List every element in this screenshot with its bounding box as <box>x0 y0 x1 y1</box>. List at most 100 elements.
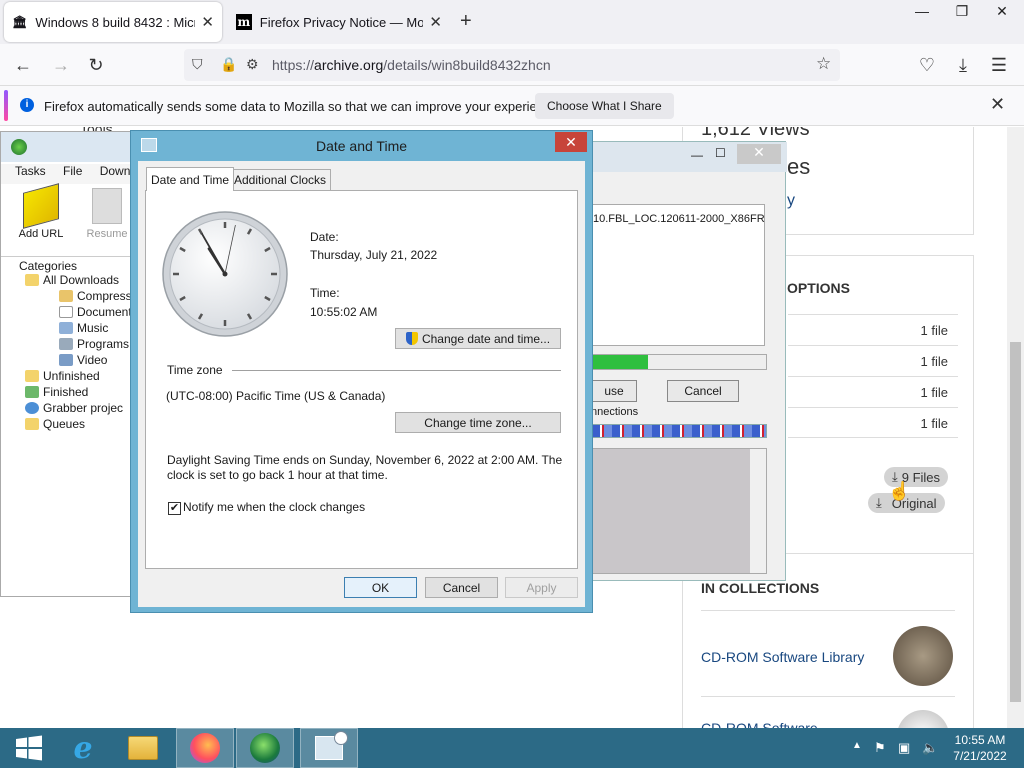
tree-unfinished[interactable]: Unfinished <box>25 369 100 383</box>
tab-additional-clocks[interactable]: Additional Clocks <box>229 169 332 191</box>
page-scrollbar[interactable] <box>1007 127 1024 728</box>
idm-button[interactable] <box>236 728 294 768</box>
tab-windows8-build[interactable]: 🏛 Windows 8 build 8432 : Microsoft ✕ <box>4 2 222 42</box>
categories-tree: Categories All Downloads Compressed Docu… <box>1 256 145 596</box>
download-row[interactable]: 1 file <box>788 345 958 376</box>
tree-label: All Downloads <box>43 273 120 287</box>
tab-close-icon[interactable]: ✕ <box>429 13 442 31</box>
file-explorer-button[interactable] <box>114 728 172 768</box>
connections-list[interactable] <box>591 448 767 574</box>
close-icon[interactable]: ✕ <box>737 144 781 164</box>
tab-date-and-time[interactable]: Date and Time <box>146 167 235 191</box>
action-center-flag-icon[interactable]: ⚑ <box>874 740 886 756</box>
cancel-download-button[interactable]: Cancel <box>667 380 739 402</box>
add-url-button[interactable]: Add URL <box>13 183 69 240</box>
collection-thumbnail[interactable] <box>893 626 953 686</box>
time-value: 10:55:02 AM <box>310 305 378 319</box>
collection-link[interactable]: CD-ROM Software Library <box>701 649 864 665</box>
cancel-button[interactable]: Cancel <box>425 577 498 598</box>
timezone-heading: Time zone <box>167 363 223 377</box>
permissions-icon[interactable]: ⚙ <box>246 56 259 73</box>
change-date-time-button[interactable]: Change date and time... <box>395 328 561 349</box>
maximize-icon[interactable]: ☐ <box>715 146 726 160</box>
menu-file[interactable]: File <box>63 164 82 178</box>
ok-button[interactable]: OK <box>344 577 417 598</box>
page-link[interactable]: y <box>787 192 795 210</box>
tab-close-icon[interactable]: ✕ <box>201 13 214 31</box>
notify-checkbox[interactable]: ✔ <box>168 502 181 515</box>
lock-icon[interactable]: 🔒 <box>220 56 237 73</box>
bookmark-star-icon[interactable]: ☆ <box>816 54 831 74</box>
apply-button[interactable]: Apply <box>505 577 578 598</box>
firefox-button[interactable] <box>176 728 234 768</box>
date-time-button[interactable] <box>300 728 358 768</box>
divider <box>701 610 955 611</box>
restore-icon[interactable]: ❐ <box>944 0 980 22</box>
notice-close-icon[interactable]: ✕ <box>990 94 1005 115</box>
tree-documents[interactable]: Documents <box>59 305 138 319</box>
programs-icon <box>59 338 73 350</box>
data-collection-notice: i Firefox automatically sends some data … <box>0 86 1024 126</box>
pause-button[interactable]: use <box>591 380 637 402</box>
unfinished-folder-icon <box>25 370 39 382</box>
tree-label: Video <box>77 353 108 367</box>
dialog-close-button[interactable]: ✕ <box>555 132 587 152</box>
file-info-box: 10.FBL_LOC.120611-2000_X86FR <box>591 204 765 346</box>
scrollbar-thumb[interactable] <box>1010 342 1021 702</box>
change-time-zone-button[interactable]: Change time zone... <box>395 412 561 433</box>
download-row[interactable]: 1 file <box>788 314 958 345</box>
tree-all-downloads[interactable]: All Downloads <box>25 273 119 287</box>
dialog-titlebar[interactable]: Date and Time ✕ <box>131 131 592 161</box>
music-icon <box>59 322 73 334</box>
tree-music[interactable]: Music <box>59 321 108 335</box>
date-time-dialog: Date and Time ✕ Date and Time Additional… <box>130 130 593 613</box>
internet-explorer-button[interactable]: e <box>54 728 112 768</box>
download-icon: ⤓ <box>876 495 882 510</box>
taskbar-clock[interactable]: 10:55 AM 7/21/2022 <box>944 732 1016 764</box>
dialog-body: Date and Time Additional Clocks Date: Th… <box>138 161 585 607</box>
idm-progress-window: — ☐ ✕ 10.FBL_LOC.120611-2000_X86FR use C… <box>590 141 787 581</box>
tree-queues[interactable]: Queues <box>25 417 85 431</box>
url-text[interactable]: https://archive.org/details/win8build843… <box>272 57 551 73</box>
tree-grabber-projects[interactable]: Grabber projec <box>25 401 123 415</box>
cd-thumbnail[interactable] <box>897 710 949 728</box>
download-row[interactable]: 1 file <box>788 376 958 407</box>
file-count: 1 file <box>920 323 948 338</box>
pocket-icon[interactable]: ♡ <box>914 52 940 78</box>
start-button[interactable] <box>0 728 58 768</box>
show-hidden-icons[interactable]: ▲ <box>852 740 862 751</box>
window-close-icon[interactable]: ✕ <box>984 0 1020 22</box>
dst-notice-line-2: clock is set to go back 1 hour at that t… <box>167 468 388 482</box>
minimize-icon[interactable]: — <box>691 148 703 162</box>
new-tab-button[interactable]: + <box>460 10 472 33</box>
tree-video[interactable]: Video <box>59 353 107 367</box>
downloads-icon[interactable]: ⤓ <box>950 52 976 78</box>
url-bar[interactable]: ⛉ 🔒 ⚙ https://archive.org/details/win8bu… <box>184 49 840 81</box>
idm-titlebar[interactable] <box>1 132 141 162</box>
idm-progress-titlebar[interactable]: — ☐ ✕ <box>591 142 787 172</box>
tree-finished[interactable]: Finished <box>25 385 88 399</box>
forward-icon[interactable]: → <box>48 52 74 78</box>
network-icon[interactable]: ▣ <box>898 740 910 756</box>
reload-icon[interactable]: ↻ <box>83 52 109 78</box>
volume-muted-icon[interactable]: 🔈 <box>922 740 938 756</box>
menu-icon[interactable]: ☰ <box>986 52 1012 78</box>
navigation-bar: ← → ↻ ⛉ 🔒 ⚙ https://archive.org/details/… <box>0 44 1024 86</box>
collection-link[interactable]: CD-ROM Software <box>701 720 818 728</box>
tracking-shield-icon[interactable]: ⛉ <box>192 56 203 73</box>
tree-programs[interactable]: Programs <box>59 337 129 351</box>
download-row[interactable]: 1 file <box>788 407 958 438</box>
queues-folder-icon <box>25 418 39 430</box>
finished-folder-icon <box>25 386 39 398</box>
choose-what-i-share-button[interactable]: Choose What I Share <box>535 93 674 119</box>
tab-firefox-privacy[interactable]: m Firefox Privacy Notice — Mozilla ✕ <box>228 2 450 42</box>
resume-button[interactable]: Resume <box>79 188 135 240</box>
minimize-icon[interactable]: — <box>904 0 940 22</box>
list-scrollbar[interactable] <box>750 449 766 573</box>
checkmark-icon: ✔ <box>169 502 180 514</box>
notify-label: Notify me when the clock changes <box>183 500 366 514</box>
menu-tasks[interactable]: Tasks <box>15 164 46 178</box>
windows-taskbar: e ▲ ⚑ ▣ 🔈 10:55 AM 7/21/2022 <box>0 728 1024 768</box>
firefox-icon <box>190 733 220 763</box>
back-icon[interactable]: ← <box>10 52 36 78</box>
